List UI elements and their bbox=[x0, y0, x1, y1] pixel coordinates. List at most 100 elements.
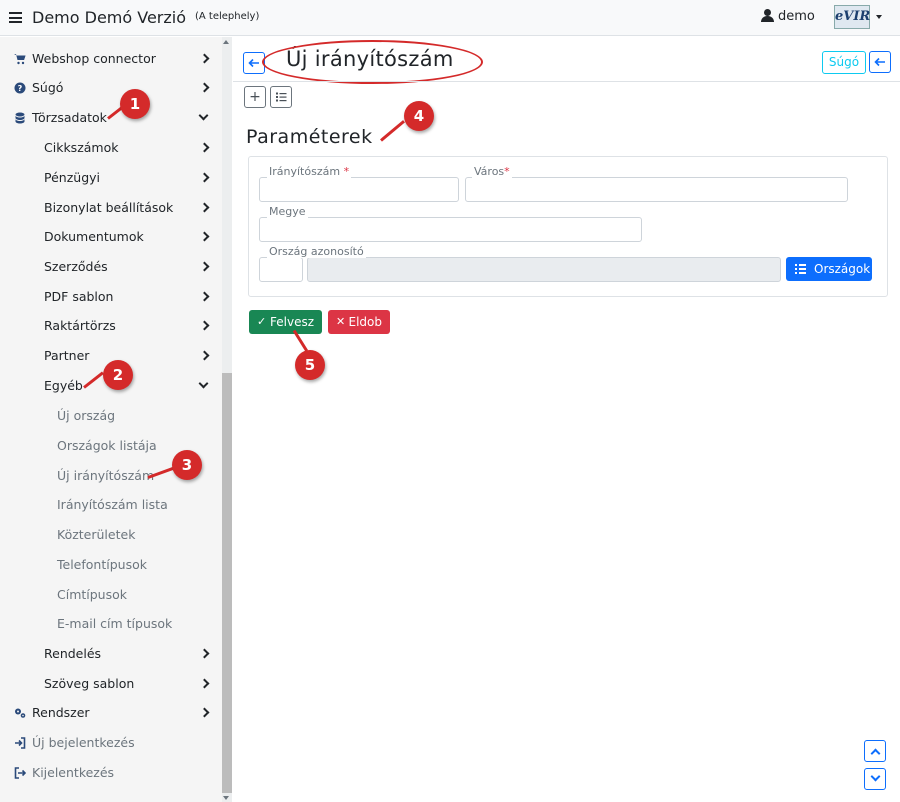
sidebar-item-label: Új ország bbox=[57, 408, 116, 423]
scroll-bottom-button[interactable] bbox=[864, 768, 886, 790]
sign-out-icon bbox=[14, 767, 26, 779]
sidebar-item-label: Raktártörzs bbox=[44, 318, 116, 333]
caret-down-icon[interactable] bbox=[876, 15, 882, 19]
sidebar-item-uj-bejelentkezes[interactable]: Új bejelentkezés bbox=[0, 728, 222, 758]
list-icon bbox=[275, 92, 286, 102]
list-button[interactable] bbox=[270, 86, 292, 108]
step-marker-2: 2 bbox=[103, 360, 133, 390]
evir-logo[interactable]: eVIR bbox=[834, 5, 870, 29]
sidebar-item-label: Címtípusok bbox=[57, 587, 128, 602]
add-button[interactable]: + bbox=[244, 86, 266, 108]
sidebar-item-bizonylat-beallitasok[interactable]: Bizonylat beállítások bbox=[0, 193, 222, 223]
chevron-right-icon bbox=[199, 320, 210, 331]
back-button-right[interactable] bbox=[869, 51, 891, 73]
discard-button-label: Eldob bbox=[348, 315, 383, 329]
sidebar-item-cikkszamok[interactable]: Cikkszámok bbox=[0, 133, 222, 163]
sidebar-item-sugo[interactable]: ? Súgó bbox=[0, 73, 222, 103]
scroll-down-arrow-icon[interactable] bbox=[223, 796, 229, 800]
zip-code-label: Irányítószám * bbox=[267, 165, 352, 178]
sidebar-item-label: Irányítószám lista bbox=[57, 497, 168, 512]
sidebar-item-label: Új bejelentkezés bbox=[32, 735, 135, 750]
sidebar-item-label: Szerződés bbox=[44, 259, 108, 274]
sidebar-item-kijelentkezes[interactable]: Kijelentkezés bbox=[0, 758, 222, 788]
sign-in-icon bbox=[15, 737, 26, 749]
chevron-right-icon bbox=[199, 648, 210, 659]
sidebar-item-iranyitoszam-lista[interactable]: Irányítószám lista bbox=[0, 490, 222, 520]
chevron-right-icon bbox=[199, 678, 210, 689]
sidebar-item-penzugyi[interactable]: Pénzügyi bbox=[0, 163, 222, 193]
list-icon bbox=[795, 264, 806, 274]
step-marker-5: 5 bbox=[295, 350, 325, 380]
sidebar-item-dokumentumok[interactable]: Dokumentumok bbox=[0, 222, 222, 252]
country-id-input[interactable] bbox=[259, 257, 303, 282]
chevron-down-icon bbox=[870, 771, 881, 782]
arrow-left-icon bbox=[248, 58, 259, 68]
chevron-right-icon bbox=[199, 202, 210, 213]
chevron-down-icon bbox=[198, 378, 209, 389]
sidebar-item-cimtipusok[interactable]: Címtípusok bbox=[0, 580, 222, 610]
section-title: Paraméterek bbox=[246, 126, 373, 148]
sidebar-item-label: Webshop connector bbox=[32, 51, 156, 66]
city-input[interactable] bbox=[465, 177, 848, 202]
sidebar-item-rendszer[interactable]: Rendszer bbox=[0, 698, 222, 728]
sidebar-item-label: Telefontípusok bbox=[57, 557, 147, 572]
sidebar-item-label: Kijelentkezés bbox=[32, 765, 115, 780]
sidebar-item-label: Országok listája bbox=[57, 438, 157, 453]
chevron-right-icon bbox=[199, 350, 210, 361]
sidebar-item-webshop-connector[interactable]: Webshop connector bbox=[0, 44, 222, 74]
sidebar-item-label: Rendelés bbox=[44, 646, 102, 661]
chevron-right-icon bbox=[199, 231, 210, 242]
top-navbar: Demo Demó Verzió (A telephely) demo eVIR bbox=[0, 0, 900, 36]
countries-button[interactable]: Országok bbox=[786, 257, 872, 281]
sidebar-item-pdf-sablon[interactable]: PDF sablon bbox=[0, 282, 222, 312]
sidebar-item-label: Dokumentumok bbox=[44, 229, 144, 244]
chevron-down-icon bbox=[198, 110, 209, 121]
save-button[interactable]: ✓ Felvesz bbox=[249, 310, 322, 334]
user-name: demo bbox=[778, 9, 815, 24]
check-icon: ✓ bbox=[257, 315, 267, 328]
sidebar-item-label: Törzsadatok bbox=[32, 110, 107, 125]
user-menu[interactable]: demo bbox=[761, 9, 815, 24]
close-icon: ✕ bbox=[336, 315, 346, 328]
sidebar-item-uj-orszag[interactable]: Új ország bbox=[0, 401, 222, 431]
chevron-right-icon bbox=[199, 172, 210, 183]
sidebar-item-label: Szöveg sablon bbox=[44, 676, 135, 691]
highlight-ellipse bbox=[262, 40, 483, 84]
sidebar-item-label: Cikkszámok bbox=[44, 140, 119, 155]
city-label: Város* bbox=[472, 165, 512, 178]
svg-text:?: ? bbox=[18, 84, 23, 93]
discard-button[interactable]: ✕ Eldob bbox=[328, 310, 390, 334]
county-label: Megye bbox=[267, 205, 308, 218]
sidebar-item-szerzodes[interactable]: Szerződés bbox=[0, 252, 222, 282]
county-input[interactable] bbox=[259, 217, 642, 242]
database-icon bbox=[15, 112, 25, 124]
sidebar-item-label: Egyéb bbox=[44, 378, 83, 393]
scroll-up-arrow-icon[interactable] bbox=[223, 40, 229, 44]
sidebar-item-szoveg-sablon[interactable]: Szöveg sablon bbox=[0, 669, 222, 699]
header-divider bbox=[233, 81, 900, 82]
user-icon bbox=[761, 9, 774, 22]
menu-toggle-icon[interactable] bbox=[9, 12, 22, 23]
sidebar-item-rendeles[interactable]: Rendelés bbox=[0, 639, 222, 669]
site-label: (A telephely) bbox=[195, 11, 260, 22]
app-title: Demo Demó Verzió bbox=[32, 8, 187, 27]
sidebar-item-label: Rendszer bbox=[32, 705, 90, 720]
chevron-right-icon bbox=[199, 291, 210, 302]
cart-icon bbox=[14, 54, 26, 65]
sidebar-item-label: Bizonylat beállítások bbox=[44, 200, 174, 215]
sidebar-item-label: Pénzügyi bbox=[44, 170, 100, 185]
scroll-top-button[interactable] bbox=[864, 740, 886, 762]
gears-icon bbox=[15, 708, 26, 718]
sidebar-item-telefontipusok[interactable]: Telefontípusok bbox=[0, 550, 222, 580]
sidebar-item-kozteruletek[interactable]: Közterületek bbox=[0, 520, 222, 550]
help-button[interactable]: Súgó bbox=[822, 51, 866, 74]
sidebar-scroll-thumb[interactable] bbox=[222, 373, 232, 793]
sidebar-item-label: Partner bbox=[44, 348, 90, 363]
chevron-right-icon bbox=[199, 142, 210, 153]
country-name-field bbox=[307, 257, 781, 282]
sidebar-item-label: PDF sablon bbox=[44, 289, 114, 304]
sidebar-item-email-cim-tipusok[interactable]: E-mail cím típusok bbox=[0, 609, 222, 639]
sidebar-item-raktartorzs[interactable]: Raktártörzs bbox=[0, 311, 222, 341]
zip-code-input[interactable] bbox=[259, 177, 459, 202]
chevron-up-icon bbox=[870, 748, 881, 759]
